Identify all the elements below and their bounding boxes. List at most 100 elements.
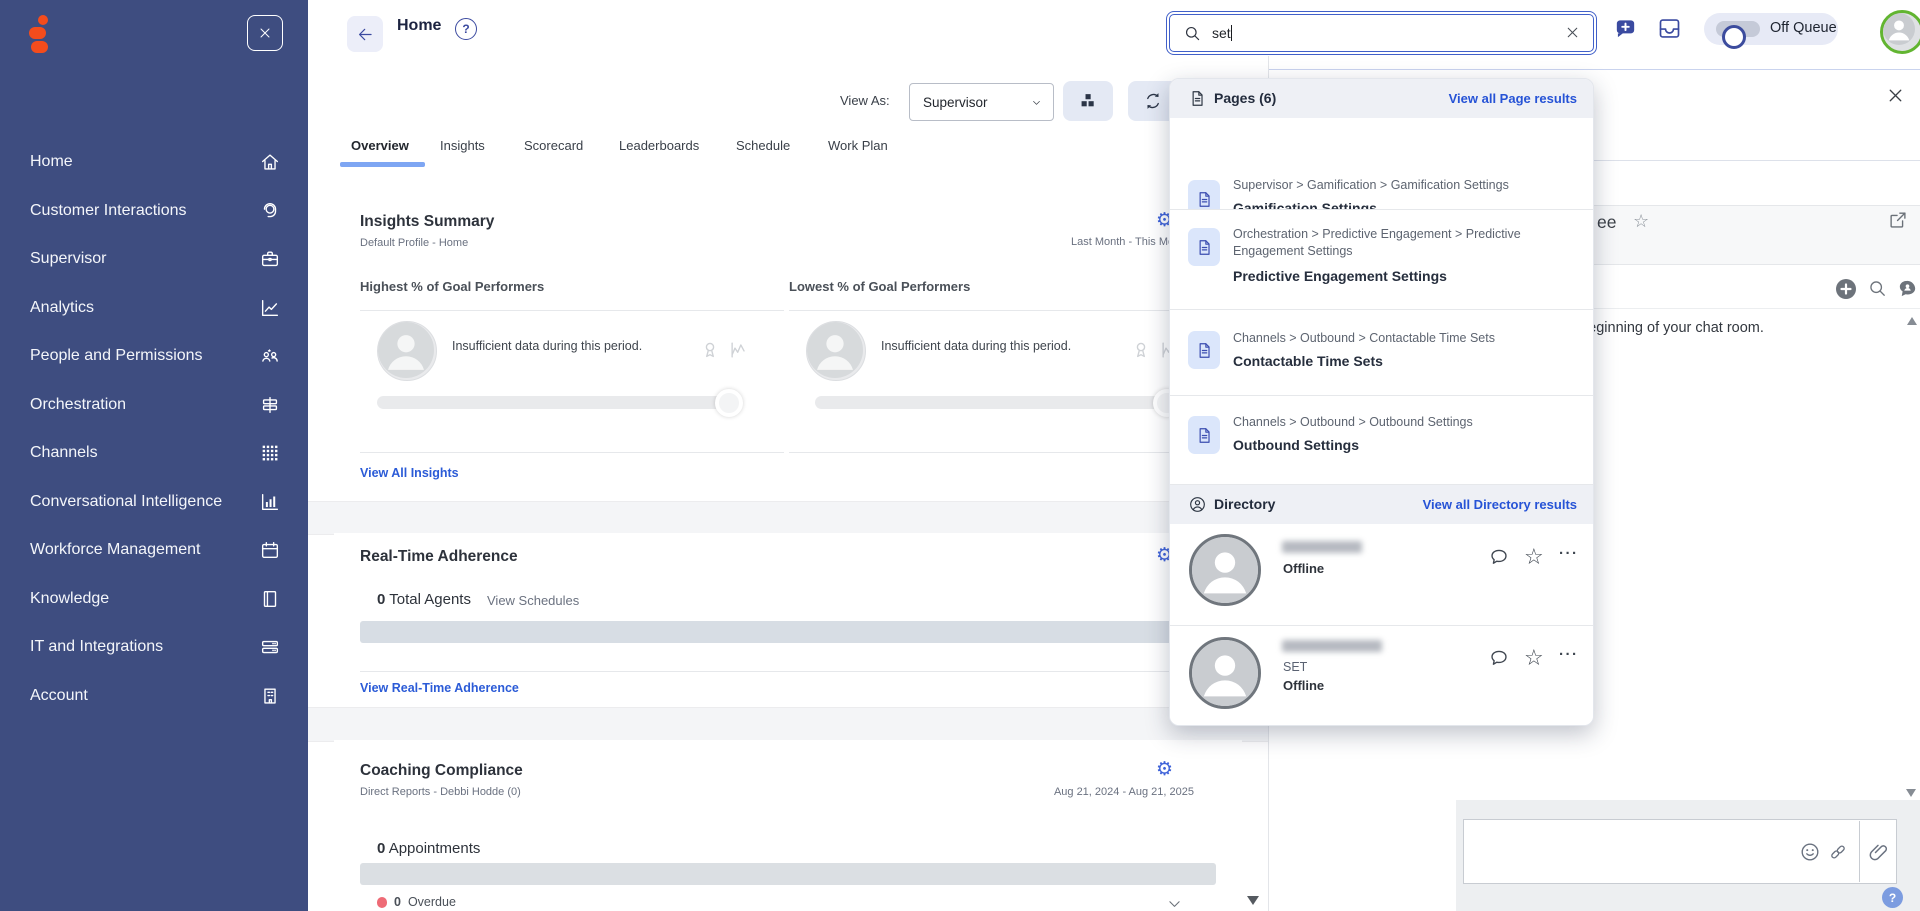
chat-scroll-up-arrow[interactable] [1907, 317, 1917, 325]
message-input[interactable] [1463, 819, 1897, 884]
directory-result-row[interactable]: SET Offline ☆ ··· [1170, 625, 1593, 726]
top-bar: Home ? set Off Queue [308, 0, 1920, 56]
page-result-predictive-engagement-settings[interactable]: Orchestration > Predictive Engagement > … [1170, 209, 1593, 310]
inbox-icon[interactable] [1656, 15, 1683, 42]
page-result-contactable-time-sets[interactable]: Channels > Outbound > Contactable Time S… [1170, 309, 1593, 396]
chat-scroll-down-arrow[interactable] [1906, 789, 1916, 797]
search-value: set [1212, 25, 1231, 41]
help-icon[interactable]: ? [455, 18, 477, 40]
view-as-select[interactable]: Supervisor [909, 83, 1054, 121]
queue-status-label: Off Queue [1770, 20, 1837, 36]
view-all-insights-link[interactable]: View All Insights [360, 466, 459, 480]
queue-status-control[interactable]: Off Queue [1704, 13, 1838, 45]
favorite-star-icon[interactable]: ☆ [1633, 211, 1649, 232]
clear-search-icon[interactable] [1564, 24, 1581, 41]
card-gap [308, 707, 1268, 742]
sidebar-item-label: Workforce Management [30, 541, 200, 559]
favorite-star-icon[interactable]: ☆ [1524, 545, 1546, 567]
document-icon [1188, 331, 1220, 369]
card-gap [308, 501, 1268, 535]
avatar [1189, 534, 1261, 606]
document-icon [1188, 89, 1207, 108]
medal-icon [699, 339, 721, 361]
attachment-icon[interactable] [1867, 840, 1891, 864]
new-chat-icon[interactable] [1612, 16, 1639, 42]
overdue-value: 0 [394, 895, 401, 909]
chat-icon[interactable] [1488, 546, 1510, 568]
link-icon[interactable] [1827, 841, 1849, 863]
search-chat-icon[interactable] [1867, 278, 1888, 299]
main-content: View As: Supervisor Overview Insights Sc… [308, 56, 1268, 911]
expand-chevron-icon[interactable] [1166, 895, 1183, 911]
progress-knob [715, 389, 743, 417]
bar-chart-icon [259, 491, 281, 513]
tab-scorecard[interactable]: Scorecard [524, 138, 583, 153]
view-all-page-results-link[interactable]: View all Page results [1449, 91, 1577, 106]
home-icon [259, 151, 281, 173]
sidebar-item-workforce-management[interactable]: Workforce Management [0, 526, 308, 574]
tab-overview[interactable]: Overview [351, 138, 409, 153]
sidebar-item-home[interactable]: Home [0, 138, 308, 186]
back-button[interactable] [347, 16, 383, 52]
gear-icon[interactable]: ⚙ [1156, 760, 1173, 779]
tab-work-plan[interactable]: Work Plan [828, 138, 888, 153]
chevron-down-icon [1031, 97, 1042, 108]
sidebar-item-channels[interactable]: Channels [0, 429, 308, 477]
person-circle-icon [1188, 495, 1207, 514]
user-avatar[interactable] [1880, 10, 1920, 54]
tab-schedule[interactable]: Schedule [736, 138, 790, 153]
scrollbar-down-arrow[interactable] [1247, 896, 1259, 905]
sidebar-item-account[interactable]: Account [0, 672, 308, 720]
dashboard-layout-button[interactable] [1063, 81, 1113, 121]
view-all-directory-results-link[interactable]: View all Directory results [1423, 497, 1577, 512]
sidebar-item-knowledge[interactable]: Knowledge [0, 575, 308, 623]
divider [360, 310, 784, 311]
real-time-adherence-widget: Real-Time Adherence ⚙ 0 Total Agents Vie… [334, 533, 1242, 707]
help-badge-icon[interactable]: ? [1882, 887, 1903, 908]
grid-icon [259, 442, 281, 464]
chat-room-title: ee [1597, 212, 1616, 233]
building-icon [259, 685, 281, 707]
view-as-value: Supervisor [923, 95, 988, 110]
sidebar-collapse-button[interactable] [247, 15, 283, 51]
more-options-icon[interactable]: ··· [1559, 646, 1579, 663]
sidebar-item-label: Home [30, 153, 73, 171]
page-result-gamification-settings[interactable]: Supervisor > Gamification > Gamification… [1170, 118, 1593, 209]
chat-members-icon[interactable] [1896, 277, 1919, 300]
directory-result-row[interactable]: Offline ☆ ··· [1170, 524, 1593, 625]
add-participant-icon[interactable] [1834, 277, 1858, 301]
sidebar-item-label: Account [30, 687, 88, 705]
person-silhouette-icon [1192, 640, 1258, 706]
tab-leaderboards[interactable]: Leaderboards [619, 138, 699, 153]
view-schedules-link[interactable]: View Schedules [487, 593, 579, 608]
close-panel-icon[interactable] [1885, 85, 1906, 106]
more-options-icon[interactable]: ··· [1559, 545, 1579, 562]
sidebar-item-it-and-integrations[interactable]: IT and Integrations [0, 623, 308, 671]
favorite-star-icon[interactable]: ☆ [1524, 646, 1546, 668]
sidebar: Home Customer Interactions Supervisor An… [0, 0, 308, 911]
presence-status: Offline [1283, 561, 1324, 576]
spark-chart-icon [728, 339, 750, 361]
progress-bar [377, 396, 733, 409]
sidebar-item-orchestration[interactable]: Orchestration [0, 381, 308, 429]
sidebar-item-analytics[interactable]: Analytics [0, 284, 308, 332]
coaching-date-range: Aug 21, 2024 - Aug 21, 2025 [1000, 786, 1194, 798]
emoji-icon[interactable] [1799, 841, 1821, 863]
divider [1859, 821, 1860, 882]
page-result-outbound-settings[interactable]: Channels > Outbound > Outbound Settings … [1170, 395, 1593, 485]
view-real-time-adherence-link[interactable]: View Real-Time Adherence [360, 681, 519, 695]
sidebar-item-conversational-intelligence[interactable]: Conversational Intelligence [0, 478, 308, 526]
global-search-input[interactable]: set [1169, 14, 1594, 52]
tab-insights[interactable]: Insights [440, 138, 485, 153]
sidebar-item-people-and-permissions[interactable]: People and Permissions [0, 332, 308, 380]
divider [789, 310, 1216, 311]
queue-toggle[interactable] [1716, 21, 1760, 37]
sidebar-item-supervisor[interactable]: Supervisor [0, 235, 308, 283]
result-breadcrumb: Orchestration > Predictive Engagement > … [1233, 226, 1579, 260]
overdue-legend: 0 Overdue [377, 895, 456, 909]
chat-icon[interactable] [1488, 647, 1510, 669]
sidebar-item-customer-interactions[interactable]: Customer Interactions [0, 187, 308, 235]
widget-subtitle: Direct Reports - Debbi Hodde (0) [360, 786, 521, 798]
result-breadcrumb: Supervisor > Gamification > Gamification… [1233, 177, 1579, 194]
open-in-new-window-icon[interactable] [1887, 209, 1909, 231]
